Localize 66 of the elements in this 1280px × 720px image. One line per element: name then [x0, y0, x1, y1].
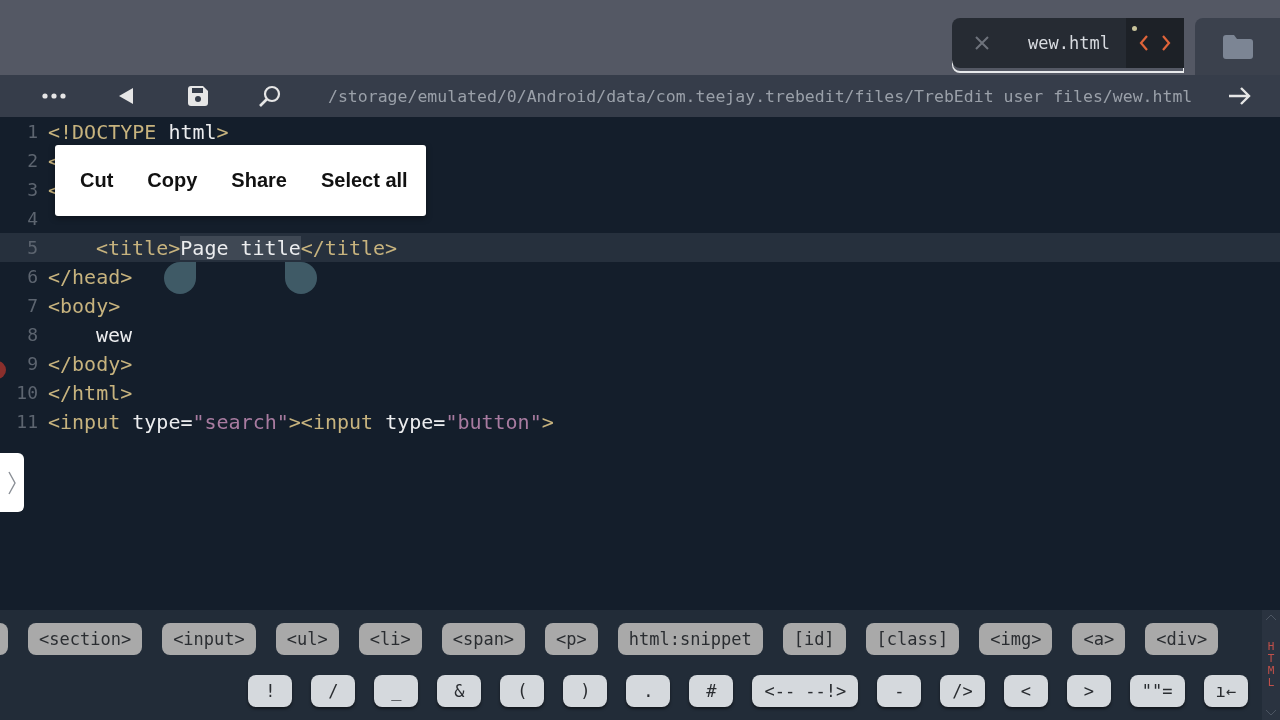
- line-number: 7: [26, 295, 38, 316]
- snippet-button[interactable]: <span>: [441, 623, 526, 655]
- code-line: <!DOCTYPE html>: [48, 119, 229, 144]
- language-label: HTML: [1266, 640, 1276, 690]
- close-icon: [974, 35, 990, 51]
- symbol-key[interactable]: <-- --!>: [752, 675, 859, 707]
- line-number: 1: [26, 121, 38, 142]
- drawer-handle[interactable]: [0, 453, 24, 512]
- symbol-key[interactable]: ): [563, 675, 608, 707]
- folder-icon: [1222, 34, 1253, 59]
- code-line: wew: [95, 322, 133, 347]
- code-view-button[interactable]: [1126, 18, 1184, 68]
- search-icon: [259, 85, 281, 107]
- symbol-key[interactable]: />: [940, 675, 985, 707]
- chevron-up-icon: [1265, 614, 1277, 621]
- menu-item[interactable]: Copy: [130, 159, 215, 202]
- snippet-button[interactable]: <p>: [545, 623, 598, 655]
- symbol-key[interactable]: .: [626, 675, 671, 707]
- selection-handle[interactable]: [164, 261, 197, 294]
- line-number: 6: [26, 266, 38, 287]
- snippet-button[interactable]: [id]: [782, 623, 846, 655]
- symbol-key[interactable]: ı←: [1203, 675, 1248, 707]
- symbol-key[interactable]: -: [877, 675, 922, 707]
- code-line: </body>: [48, 351, 133, 376]
- symbol-key[interactable]: <: [1003, 675, 1048, 707]
- snippet-button[interactable]: [class]: [865, 623, 960, 655]
- snippet-button[interactable]: <input>: [162, 623, 256, 655]
- code-line: <body>: [48, 293, 121, 318]
- symbol-key[interactable]: /: [311, 675, 356, 707]
- code-line: </head>: [48, 264, 133, 289]
- symbol-key[interactable]: ""=: [1129, 675, 1185, 707]
- line-number: 9: [26, 353, 38, 374]
- snippet-button[interactable]: <ul>: [275, 623, 339, 655]
- line-number: 2: [26, 150, 38, 171]
- snippet-button[interactable]: <div>: [1145, 623, 1219, 655]
- code-line: </html>: [48, 380, 133, 405]
- triangle-left-icon: [119, 88, 133, 104]
- snippet-button[interactable]: html:snippet: [617, 623, 763, 655]
- more-icon: [42, 93, 66, 99]
- snippet-button[interactable]: [0, 623, 8, 655]
- symbol-key[interactable]: >: [1066, 675, 1111, 707]
- menu-item[interactable]: Cut: [63, 159, 131, 202]
- symbol-key[interactable]: _: [374, 675, 419, 707]
- line-number: 8: [26, 324, 38, 345]
- line-number: 11: [15, 411, 38, 432]
- tab-filename: wew.html: [1027, 33, 1111, 53]
- arrow-right-icon: [1229, 87, 1251, 105]
- symbol-key[interactable]: (: [500, 675, 545, 707]
- snippet-button[interactable]: <section>: [28, 623, 143, 655]
- symbol-key[interactable]: #: [689, 675, 734, 707]
- chevron-down-icon: [1265, 709, 1277, 716]
- snippet-button[interactable]: <a>: [1072, 623, 1126, 655]
- save-icon: [188, 86, 208, 106]
- line-number: 10: [15, 382, 38, 403]
- chevron-right-icon: [8, 470, 16, 495]
- snippet-button[interactable]: <li>: [358, 623, 422, 655]
- line-number: 3: [26, 179, 38, 200]
- menu-item[interactable]: Select all: [303, 159, 425, 202]
- menu-item[interactable]: Share: [214, 159, 304, 202]
- code-line: <input type="search"><input type="button">: [48, 409, 554, 434]
- code-icon: [1139, 34, 1171, 52]
- line-number: 4: [26, 208, 38, 229]
- symbol-key[interactable]: &: [437, 675, 482, 707]
- file-path: /storage/emulated/0/Android/data/com.teejay.trebedit/files/TrebEdit user files/wew.html: [328, 86, 1194, 106]
- snippet-button[interactable]: <img>: [979, 623, 1053, 655]
- symbol-key[interactable]: !: [248, 675, 293, 707]
